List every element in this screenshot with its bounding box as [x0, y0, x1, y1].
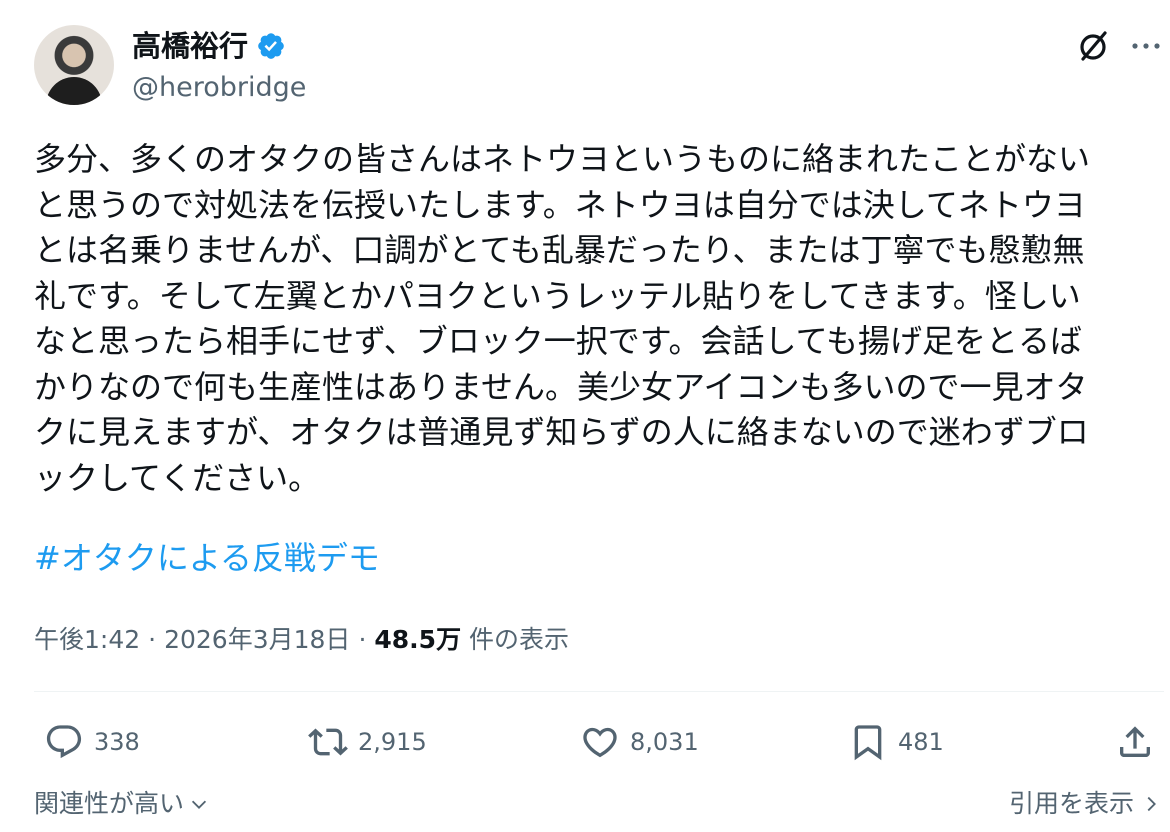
views-line[interactable]: 48.5万 件の表示: [374, 620, 569, 660]
chevron-down-icon: [191, 800, 207, 809]
repost-button[interactable]: 2,915: [308, 722, 427, 762]
repost-count: 2,915: [358, 728, 427, 756]
chevron-right-icon: [1147, 796, 1156, 812]
share-icon: [1120, 726, 1150, 757]
like-button[interactable]: 8,031: [580, 722, 699, 762]
views-count: 48.5万: [374, 625, 462, 654]
author-name-row: 高橋裕行: [132, 26, 286, 66]
tweet-time[interactable]: 午後1:42: [34, 620, 140, 660]
bookmark-icon: [854, 725, 882, 761]
sort-dropdown[interactable]: 関連性が高い: [34, 786, 210, 822]
share-button[interactable]: [1115, 722, 1155, 762]
reply-button[interactable]: 338: [44, 722, 140, 762]
like-count: 8,031: [630, 728, 699, 756]
divider: [34, 691, 1164, 692]
views-label: 件の表示: [469, 625, 570, 654]
reply-count: 338: [94, 728, 140, 756]
meta-separator: ·: [358, 625, 367, 654]
more-icon[interactable]: [1128, 30, 1164, 62]
tweet-date[interactable]: 2026年3月18日: [164, 620, 350, 660]
author-handle[interactable]: @herobridge: [132, 70, 306, 106]
verified-badge-icon[interactable]: [256, 31, 286, 61]
reply-icon: [46, 725, 82, 759]
meta-separator: ·: [148, 625, 157, 654]
view-quotes-label: 引用を表示: [1008, 789, 1134, 818]
author-avatar[interactable]: [34, 25, 114, 105]
sort-label: 関連性が高い: [34, 789, 185, 818]
grok-icon[interactable]: [1074, 26, 1114, 66]
tweet-text: 多分、多くのオタクの皆さんはネトウヨというものに絡まれたことがない と思うので対…: [34, 140, 1091, 497]
bookmark-button[interactable]: 481: [848, 722, 944, 762]
heart-icon: [583, 727, 617, 758]
repost-icon: [308, 728, 348, 756]
tweet-meta: 午後1:42 · 2026年3月18日 · 48.5万 件の表示: [34, 620, 569, 660]
author-display-name[interactable]: 高橋裕行: [132, 26, 248, 66]
view-quotes-link[interactable]: 引用を表示: [1009, 786, 1162, 822]
bookmark-count: 481: [898, 728, 944, 756]
hashtag-link[interactable]: #オタクによる反戦デモ: [34, 536, 380, 582]
